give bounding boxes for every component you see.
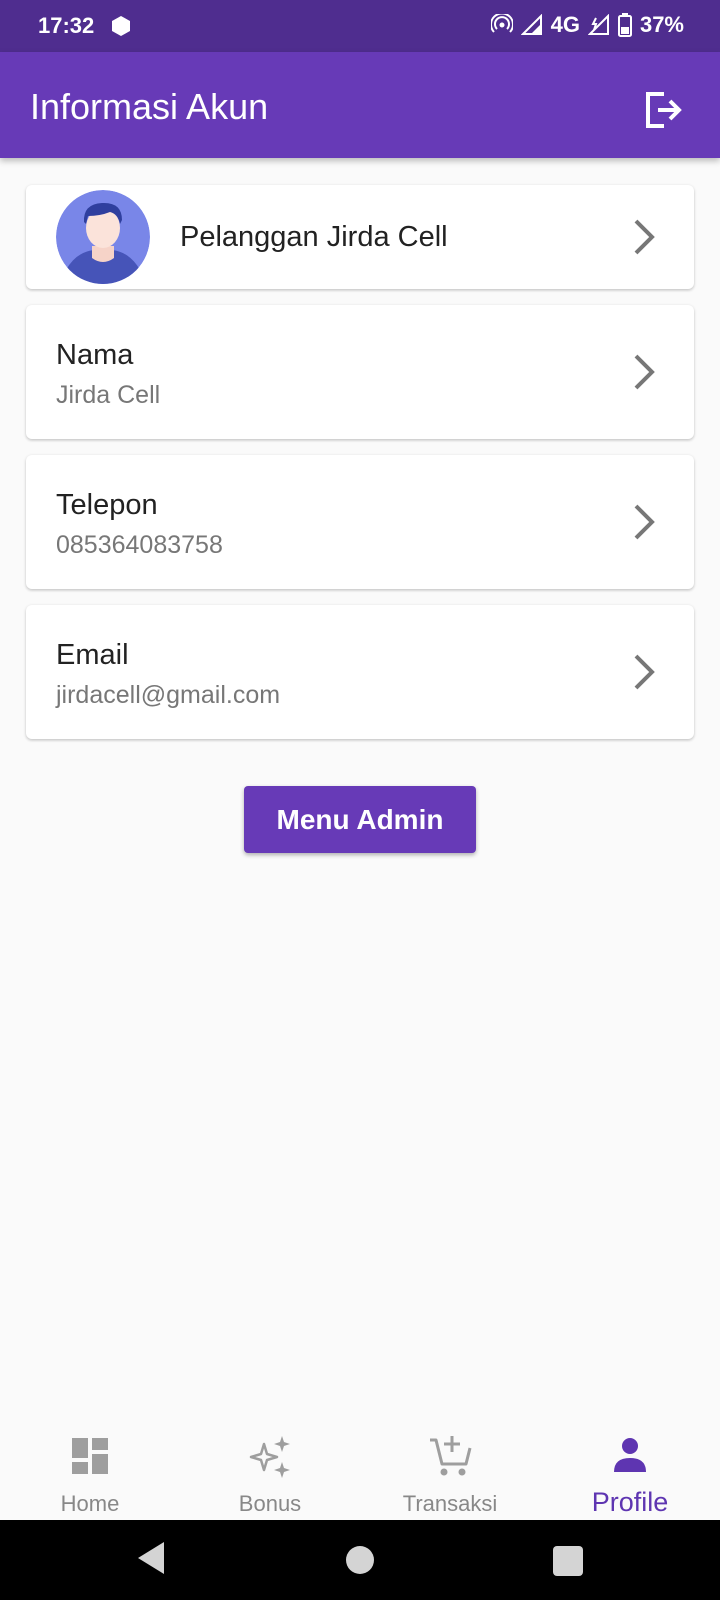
email-card[interactable]: Email jirdacell@gmail.com [26, 605, 694, 739]
telepon-card[interactable]: Telepon 085364083758 [26, 455, 694, 589]
battery-percent: 37% [639, 12, 684, 37]
bottom-nav: Home Bonus Transaksi Profile [0, 1410, 720, 1520]
status-bar: 17:32 4G 37% [0, 0, 720, 52]
user-avatar-icon [56, 190, 150, 284]
nav-item-bonus[interactable]: Bonus [180, 1410, 360, 1520]
nav-item-profile[interactable]: Profile [540, 1410, 720, 1520]
signal-icon [520, 14, 542, 35]
sparkle-icon [249, 1436, 290, 1478]
back-icon[interactable] [136, 1540, 166, 1576]
nama-value: Jirda Cell [56, 381, 161, 409]
cart-add-icon [430, 1436, 472, 1476]
home-circle-icon[interactable] [346, 1546, 374, 1574]
signal-data-icon [587, 14, 609, 35]
menu-admin-button[interactable]: Menu Admin [244, 786, 476, 853]
telepon-value: 085364083758 [56, 531, 223, 559]
person-icon [614, 1438, 646, 1472]
nav-label-home: Home [60, 1491, 120, 1516]
system-nav-bar [0, 1520, 720, 1600]
network-type: 4G [550, 12, 580, 37]
status-icons: 4G 37% [490, 12, 684, 38]
dashboard-icon [72, 1438, 108, 1474]
chevron-right-icon [634, 654, 655, 690]
logout-icon[interactable] [642, 88, 686, 132]
nav-label-profile: Profile [591, 1487, 669, 1517]
nav-item-home[interactable]: Home [0, 1410, 180, 1520]
app-bar: Informasi Akun [0, 52, 720, 158]
notification-hex-icon [112, 16, 130, 36]
recents-square-icon[interactable] [553, 1546, 583, 1576]
nama-label: Nama [56, 339, 134, 371]
page-title: Informasi Akun [30, 86, 269, 127]
nav-label-transaksi: Transaksi [402, 1491, 498, 1516]
email-label: Email [56, 639, 129, 671]
nav-label-bonus: Bonus [238, 1491, 302, 1516]
profile-name: Pelanggan Jirda Cell [180, 221, 448, 253]
chevron-right-icon [634, 504, 655, 540]
nav-item-transaksi[interactable]: Transaksi [360, 1410, 540, 1520]
nama-card[interactable]: Nama Jirda Cell [26, 305, 694, 439]
status-time: 17:32 [38, 13, 95, 38]
email-value: jirdacell@gmail.com [56, 681, 281, 709]
telepon-label: Telepon [56, 489, 158, 521]
chevron-right-icon [634, 354, 655, 390]
battery-icon [617, 13, 632, 37]
hotspot-icon [490, 14, 513, 33]
chevron-right-icon [634, 219, 655, 255]
profile-card[interactable]: Pelanggan Jirda Cell [26, 185, 694, 289]
